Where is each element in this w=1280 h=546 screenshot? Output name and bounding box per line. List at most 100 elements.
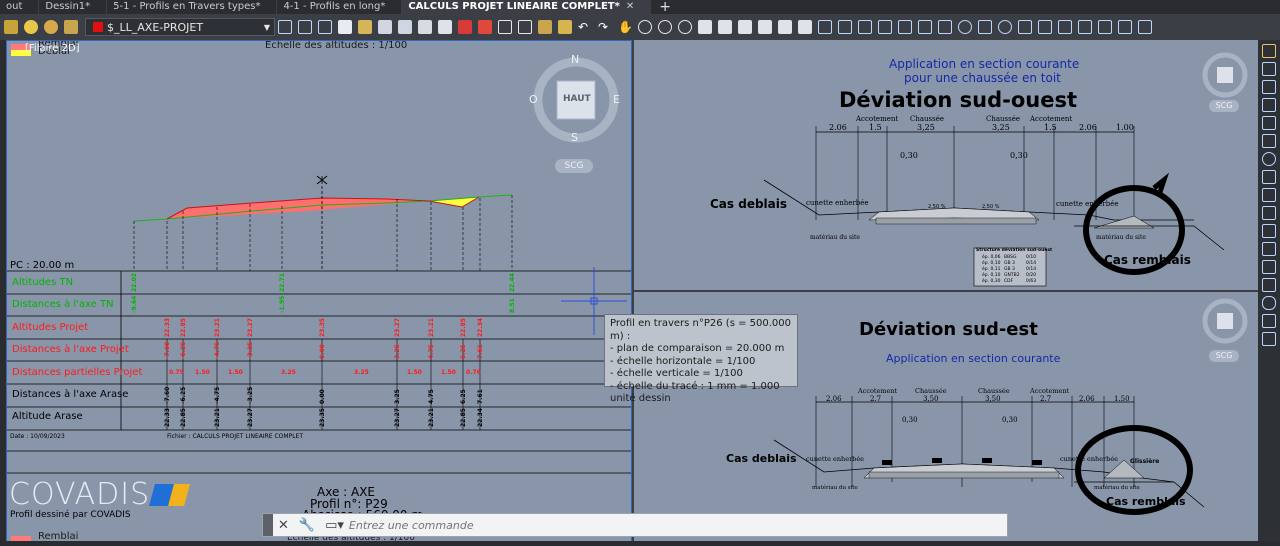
layer-on-icon[interactable]: [24, 20, 38, 34]
close-icon[interactable]: ✕: [278, 518, 289, 533]
command-input[interactable]: [348, 518, 1007, 532]
help-icon[interactable]: [818, 20, 832, 34]
layer-select[interactable]: $_LL_AXE-PROJET ▼: [85, 18, 275, 36]
tab-calculs-projet[interactable]: CALCULS PROJET LINEAIRE COMPLET* ✕: [402, 0, 652, 14]
join-icon[interactable]: [1262, 260, 1276, 274]
offset-icon[interactable]: [1262, 98, 1276, 112]
snap-midpoint-icon[interactable]: [878, 20, 892, 34]
pdf-icon[interactable]: [458, 20, 472, 34]
layer-lock-icon[interactable]: [64, 20, 78, 34]
rotate-icon[interactable]: [1262, 152, 1276, 166]
break-icon[interactable]: [1262, 242, 1276, 256]
properties-icon[interactable]: [698, 20, 712, 34]
tab-label: Dessin1*: [45, 1, 91, 12]
snap-quadrant-icon[interactable]: [978, 20, 992, 34]
save-icon[interactable]: [378, 20, 392, 34]
tab-out[interactable]: out: [0, 0, 40, 14]
explode-icon[interactable]: [1262, 332, 1276, 346]
undo-icon[interactable]: ↶: [578, 20, 592, 34]
value-dist-projet: -3.25: [247, 341, 254, 359]
chamfer-icon[interactable]: [1262, 278, 1276, 292]
compass-east[interactable]: E: [613, 93, 620, 106]
main-toolbar: $_LL_AXE-PROJET ▼ ↶ ↷ ✋: [0, 14, 1280, 40]
view-cube-face[interactable]: HAUT: [563, 94, 591, 104]
extend-icon[interactable]: [1262, 224, 1276, 238]
wcs-menu[interactable]: SCG: [1209, 100, 1239, 112]
value-dist-arase: 4.75: [428, 389, 435, 404]
layer-freeze-icon[interactable]: [44, 20, 58, 34]
print-icon[interactable]: [418, 20, 432, 34]
new-tab-icon[interactable]: +: [651, 0, 679, 14]
snap-perpendicular-icon[interactable]: [1018, 20, 1032, 34]
zoom-previous-icon[interactable]: [678, 20, 692, 34]
move-icon[interactable]: [1262, 134, 1276, 148]
layer-properties-icon[interactable]: [4, 20, 18, 34]
pan-icon[interactable]: ✋: [618, 20, 633, 34]
viewport-section-sud-ouest[interactable]: Application en section courante pour une…: [634, 40, 1258, 290]
sheet-set-icon[interactable]: [758, 20, 772, 34]
snap-node-icon[interactable]: [1078, 20, 1092, 34]
blend-icon[interactable]: [1262, 314, 1276, 328]
snap-insert-icon[interactable]: [1058, 20, 1072, 34]
redo-icon[interactable]: ↷: [598, 20, 612, 34]
snap-nearest-icon[interactable]: [1098, 20, 1112, 34]
command-history-icon[interactable]: ▭▾: [325, 518, 344, 533]
tab-dessin1[interactable]: Dessin1*: [39, 0, 108, 14]
tab-profils-long[interactable]: 4-1 - Profils en long*: [277, 0, 403, 14]
layer-match-icon[interactable]: [278, 20, 292, 34]
wcs-menu[interactable]: SCG: [555, 159, 593, 173]
new-file-icon[interactable]: [338, 20, 352, 34]
snap-tangent-icon[interactable]: [998, 20, 1012, 34]
calculator-icon[interactable]: [798, 20, 812, 34]
scale-icon[interactable]: [1262, 170, 1276, 184]
compass-south[interactable]: S: [571, 131, 578, 144]
snap-none-icon[interactable]: [1118, 20, 1132, 34]
value-alt-arase: 22.34: [477, 408, 484, 427]
cut-icon[interactable]: [498, 20, 512, 34]
snap-parallel-icon[interactable]: [1038, 20, 1052, 34]
view-cube-small[interactable]: [1200, 296, 1250, 346]
layer-previous-icon[interactable]: [298, 20, 312, 34]
fillet-icon[interactable]: [1262, 296, 1276, 310]
trim-icon[interactable]: [1262, 206, 1276, 220]
open-file-icon[interactable]: [358, 20, 372, 34]
snap-extension-icon[interactable]: [938, 20, 952, 34]
save-as-icon[interactable]: [398, 20, 412, 34]
snap-endpoint-icon[interactable]: [858, 20, 872, 34]
snap-center-icon[interactable]: [958, 20, 972, 34]
zoom-window-icon[interactable]: [658, 20, 672, 34]
pencil-icon[interactable]: [1262, 44, 1276, 58]
profil-dessine-label: Profil dessiné par COVADIS: [10, 510, 131, 520]
wrench-icon[interactable]: 🔧: [299, 518, 315, 533]
view-cube-small[interactable]: [1200, 50, 1250, 100]
design-center-icon[interactable]: [718, 20, 732, 34]
line-icon[interactable]: [1262, 62, 1276, 76]
compass-west[interactable]: O: [529, 93, 538, 106]
layer-state-icon[interactable]: [318, 20, 332, 34]
value-dist-tn: 8.51: [509, 298, 516, 313]
stretch-icon[interactable]: [1262, 188, 1276, 202]
compass-north[interactable]: N: [571, 53, 579, 66]
osnap-settings-icon[interactable]: [1138, 20, 1152, 34]
array-icon[interactable]: [1262, 116, 1276, 130]
viewport-cross-section[interactable]: Remblai Deblai [Filaire 2D] Echelle des …: [6, 40, 632, 546]
snap-apparent-icon[interactable]: [918, 20, 932, 34]
dwf-icon[interactable]: [478, 20, 492, 34]
snap-from-icon[interactable]: [838, 20, 852, 34]
zoom-realtime-icon[interactable]: [638, 20, 652, 34]
snap-intersection-icon[interactable]: [898, 20, 912, 34]
plot-preview-icon[interactable]: [438, 20, 452, 34]
command-line-grip[interactable]: [263, 514, 273, 536]
match-prop-icon[interactable]: [558, 20, 572, 34]
markup-icon[interactable]: [778, 20, 792, 34]
view-cube[interactable]: N S E O HAUT: [529, 53, 621, 145]
command-line[interactable]: ✕ 🔧 ▭▾: [262, 513, 1008, 537]
paste-icon[interactable]: [538, 20, 552, 34]
copy-icon[interactable]: [518, 20, 532, 34]
tool-palettes-icon[interactable]: [738, 20, 752, 34]
close-icon[interactable]: ✕: [626, 1, 634, 12]
tab-profils-travers[interactable]: 5-1 - Profils en Travers types*: [107, 0, 278, 14]
wcs-menu[interactable]: SCG: [1209, 350, 1239, 362]
triangle-icon[interactable]: [1262, 80, 1276, 94]
label-slope: 2,50 %: [982, 204, 1000, 210]
